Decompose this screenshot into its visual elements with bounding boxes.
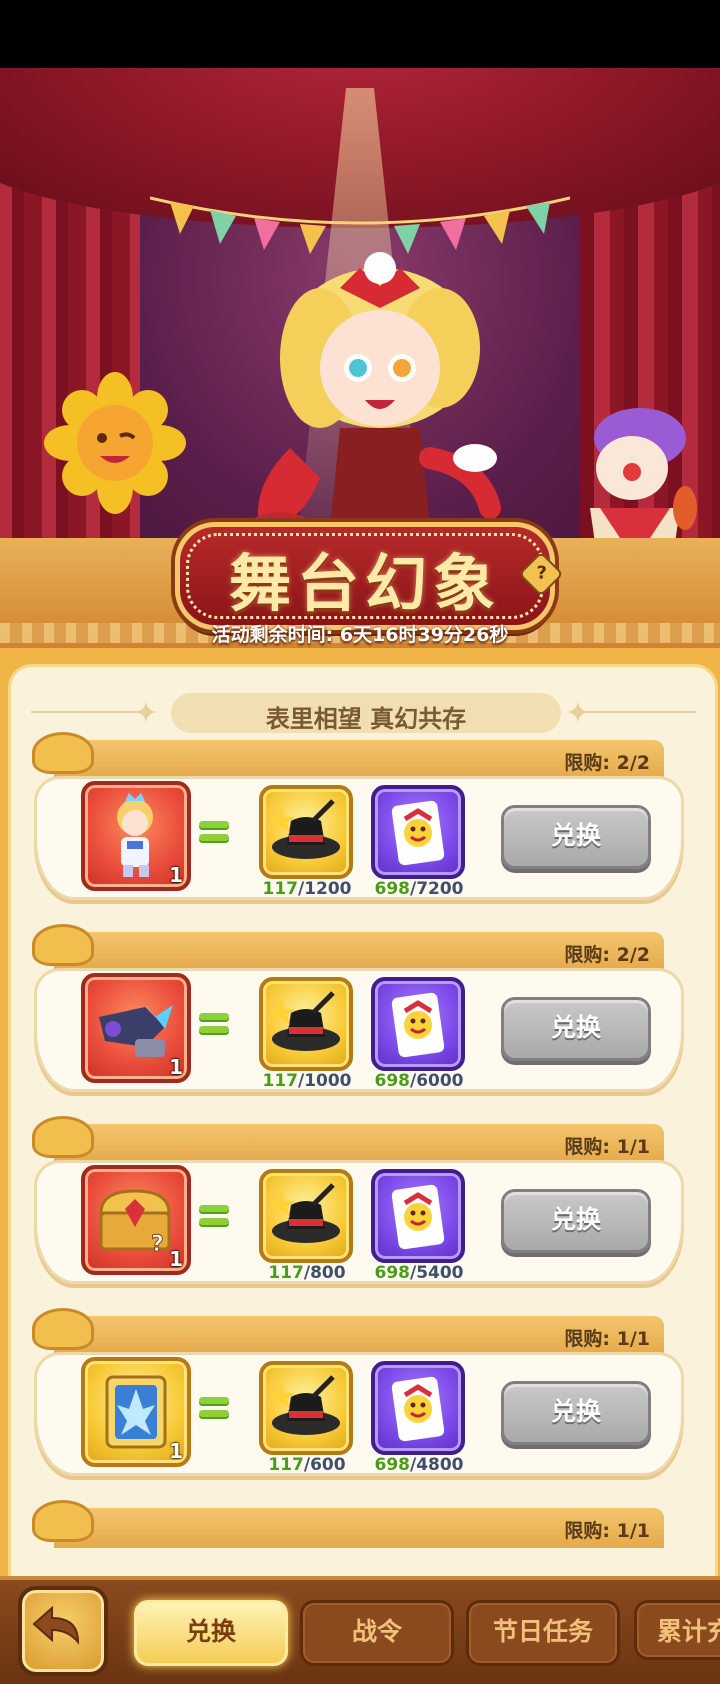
exchange-button[interactable]: 兑换 <box>501 805 651 869</box>
cost-1-owned: 117 <box>268 1455 304 1475</box>
jester-hat-icon <box>32 1500 94 1542</box>
exchange-button[interactable]: 兑换 <box>501 997 651 1061</box>
cost-item-1[interactable] <box>259 1169 353 1263</box>
reward-quantity: 1 <box>169 863 183 887</box>
cost-2-amount: 698/6000 <box>359 1071 479 1091</box>
back-button[interactable] <box>18 1586 108 1676</box>
purchase-limit: 限购: 2/2 <box>564 752 650 774</box>
cost-item-2[interactable] <box>371 977 465 1071</box>
cost-2-owned: 698 <box>374 1455 410 1475</box>
joker-card-icon <box>391 800 445 866</box>
tab-cumulative-recharge[interactable]: 累计充 <box>634 1600 720 1660</box>
equals-icon <box>199 819 229 843</box>
cost-2-required: /4800 <box>409 1455 464 1475</box>
joker-card-icon <box>391 1376 445 1442</box>
status-bar <box>0 0 720 68</box>
cost-item-1[interactable] <box>259 785 353 879</box>
equals-icon <box>199 1011 229 1035</box>
event-title-plaque: 舞台幻象 <box>175 522 555 630</box>
tab-battle-pass[interactable]: 战令 <box>300 1600 454 1666</box>
tab-festival-tasks[interactable]: 节日任务 <box>466 1600 620 1666</box>
card-body: ? 1 117/800 698/5400 兑换 <box>34 1160 684 1284</box>
sunflower-character <box>44 372 186 514</box>
magic-hat-icon <box>267 1183 340 1243</box>
reward-item[interactable]: 1 <box>81 781 191 891</box>
cost-2-amount: 698/7200 <box>359 879 479 899</box>
jester-hat-icon <box>32 1308 94 1350</box>
cost-2-required: /7200 <box>409 879 464 899</box>
magic-hat-icon <box>267 991 340 1051</box>
purchase-limit: 限购: 1/1 <box>564 1136 650 1158</box>
purchase-limit: 限购: 1/1 <box>564 1520 650 1542</box>
cost-item-1[interactable] <box>259 1361 353 1455</box>
magic-hat-icon <box>267 1375 340 1435</box>
joker-card-icon <box>391 1184 445 1250</box>
reward-quantity: 1 <box>169 1247 183 1271</box>
jester-hat-icon <box>32 924 94 966</box>
divider-left <box>31 711 141 713</box>
reward-quantity: 1 <box>169 1055 183 1079</box>
exchange-item: 限购: 2/2 1 117/1200 698/7200 兑换 <box>32 732 684 910</box>
cost-item-1[interactable] <box>259 977 353 1071</box>
cost-1-owned: 117 <box>262 1071 298 1091</box>
exchange-panel-frame: ✦ ✦ 表里相望 真幻共存 限购: 2/2 1 117/1200 698/720… <box>0 648 720 1580</box>
cost-1-amount: 117/1200 <box>247 879 367 899</box>
exchange-item: 限购: 1/1 ? 1 117/800 698/5400 兑换 <box>32 1116 684 1294</box>
equals-icon <box>199 1203 229 1227</box>
cost-item-2[interactable] <box>371 1361 465 1455</box>
cost-2-owned: 698 <box>374 879 410 899</box>
equals-icon <box>199 1395 229 1419</box>
cost-1-owned: 117 <box>262 879 298 899</box>
back-arrow-icon <box>32 1605 80 1645</box>
svg-text:?: ? <box>151 1232 164 1257</box>
cost-1-required: /600 <box>303 1455 346 1475</box>
magic-hat-icon <box>267 799 340 859</box>
exchange-item: 限购: 2/2 1 117/1000 698/6000 兑换 <box>32 924 684 1102</box>
cost-item-2[interactable] <box>371 785 465 879</box>
bottom-nav: 兑换 战令 节日任务 累计充 <box>0 1576 720 1684</box>
reward-quantity: 1 <box>169 1439 183 1463</box>
cost-2-amount: 698/4800 <box>359 1455 479 1475</box>
event-timer: 活动剩余时间: 6天16时39分26秒 <box>211 624 509 646</box>
cost-1-amount: 117/600 <box>247 1455 367 1475</box>
exchange-button[interactable]: 兑换 <box>501 1381 651 1445</box>
exchange-item: 限购: 1/1 1 117/600 698/4800 兑换 <box>32 1308 684 1486</box>
panel-subtitle: 表里相望 真幻共存 <box>265 705 467 733</box>
cost-2-required: /6000 <box>409 1071 464 1091</box>
exchange-button[interactable]: 兑换 <box>501 1189 651 1253</box>
cost-item-2[interactable] <box>371 1169 465 1263</box>
divider-right <box>586 711 696 713</box>
reward-item[interactable]: ? 1 <box>81 1165 191 1275</box>
reward-item[interactable]: 1 <box>81 1357 191 1467</box>
subtitle-band: 表里相望 真幻共存 <box>171 693 561 733</box>
card-body: 1 117/600 698/4800 兑换 <box>34 1352 684 1476</box>
card-body: 1 117/1200 698/7200 兑换 <box>34 776 684 900</box>
cost-2-owned: 698 <box>374 1071 410 1091</box>
jester-hat-icon <box>32 732 94 774</box>
jester-hat-icon <box>32 1116 94 1158</box>
help-icon-glyph: ? <box>536 562 547 584</box>
purchase-limit: 限购: 2/2 <box>564 944 650 966</box>
cost-1-required: /1000 <box>297 1071 352 1091</box>
joker-card-icon <box>391 992 445 1058</box>
ornament-right-icon: ✦ <box>565 696 591 731</box>
cost-1-required: /800 <box>303 1263 346 1283</box>
reward-item[interactable]: 1 <box>81 973 191 1083</box>
card-body: 1 117/1000 698/6000 兑换 <box>34 968 684 1092</box>
cost-1-amount: 117/1000 <box>247 1071 367 1091</box>
tab-exchange[interactable]: 兑换 <box>134 1600 288 1666</box>
ornament-left-icon: ✦ <box>133 696 159 731</box>
cost-2-required: /5400 <box>409 1263 464 1283</box>
cost-2-owned: 698 <box>374 1263 410 1283</box>
cost-2-amount: 698/5400 <box>359 1263 479 1283</box>
exchange-item: 限购: 1/1 <box>32 1500 684 1568</box>
event-title: 舞台幻象 <box>228 547 501 620</box>
purchase-limit: 限购: 1/1 <box>564 1328 650 1350</box>
cost-1-owned: 117 <box>268 1263 304 1283</box>
cost-1-amount: 117/800 <box>247 1263 367 1283</box>
cost-1-required: /1200 <box>297 879 352 899</box>
